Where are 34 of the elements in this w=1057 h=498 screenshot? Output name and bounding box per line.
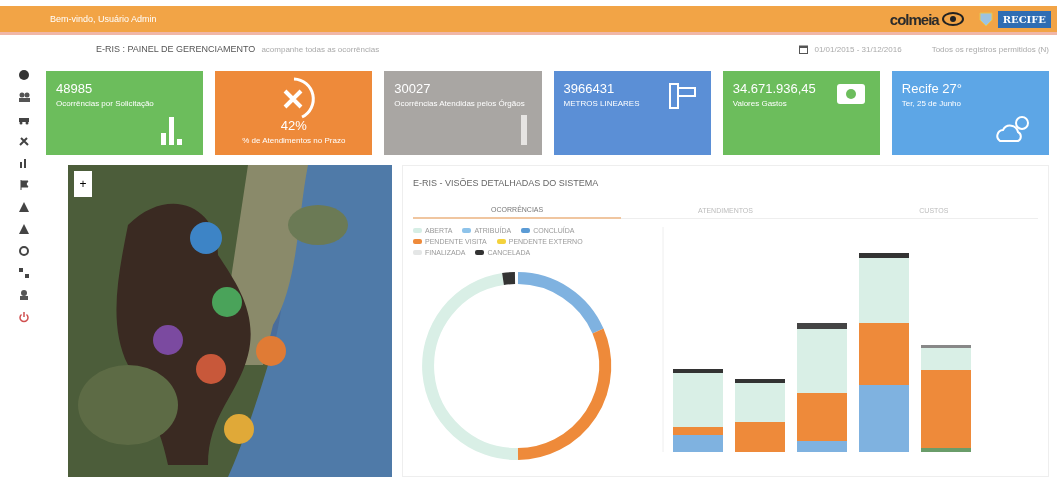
stat-value: 30027 xyxy=(394,81,431,96)
brand-logo: colmeia xyxy=(889,10,964,28)
stat-label: Ocorrências por Solicitação xyxy=(56,99,154,108)
page-subtitle: acompanhe todas as ocorrências xyxy=(261,44,381,54)
stat-label: Valores Gastos xyxy=(732,99,787,108)
tape-measure-icon xyxy=(666,83,697,109)
warning-icon[interactable] xyxy=(18,223,30,235)
filter-dropdown[interactable]: Todos os registros permitidos (N) xyxy=(931,44,1049,54)
stat-value: 48985 xyxy=(56,81,93,96)
flag-icon[interactable] xyxy=(18,179,30,191)
power-icon[interactable] xyxy=(18,311,30,323)
people-icon[interactable] xyxy=(18,91,30,103)
money-icon xyxy=(835,83,866,105)
city-badge: RECIFE xyxy=(997,10,1051,28)
stat-value: 34.671.936,45 xyxy=(732,81,816,96)
stat-label: % de Atendimentos no Prazo xyxy=(242,136,346,145)
stat-label: METROS LINEARES xyxy=(563,99,640,108)
crest-icon xyxy=(977,11,994,27)
date-range[interactable]: 01/01/2015 - 31/12/2016 xyxy=(814,44,902,54)
stat-label: Ocorrências Atendidas pelos Órgãos xyxy=(394,99,525,108)
stat-value: 42% xyxy=(280,118,307,133)
bar-icon xyxy=(519,115,528,145)
user-greeting: Bem-vindo, Usuário Admin xyxy=(50,14,158,24)
page-title: E-RIS : PAINEL DE GERENCIAMENTO xyxy=(96,44,256,54)
stat-value: Recife 27° xyxy=(901,81,962,96)
stat-label: Ter, 25 de Junho xyxy=(901,99,961,108)
calendar-icon[interactable] xyxy=(799,44,809,54)
group-icon[interactable] xyxy=(18,289,30,301)
panel-title: E-RIS - VISÕES DETALHADAS DO SISTEMA xyxy=(413,178,599,188)
zoom-in-button[interactable]: + xyxy=(74,171,92,197)
warning-icon[interactable] xyxy=(18,201,30,213)
eye-icon xyxy=(941,12,964,26)
stat-value: 3966431 xyxy=(563,81,615,96)
grid-icon[interactable] xyxy=(18,267,30,279)
